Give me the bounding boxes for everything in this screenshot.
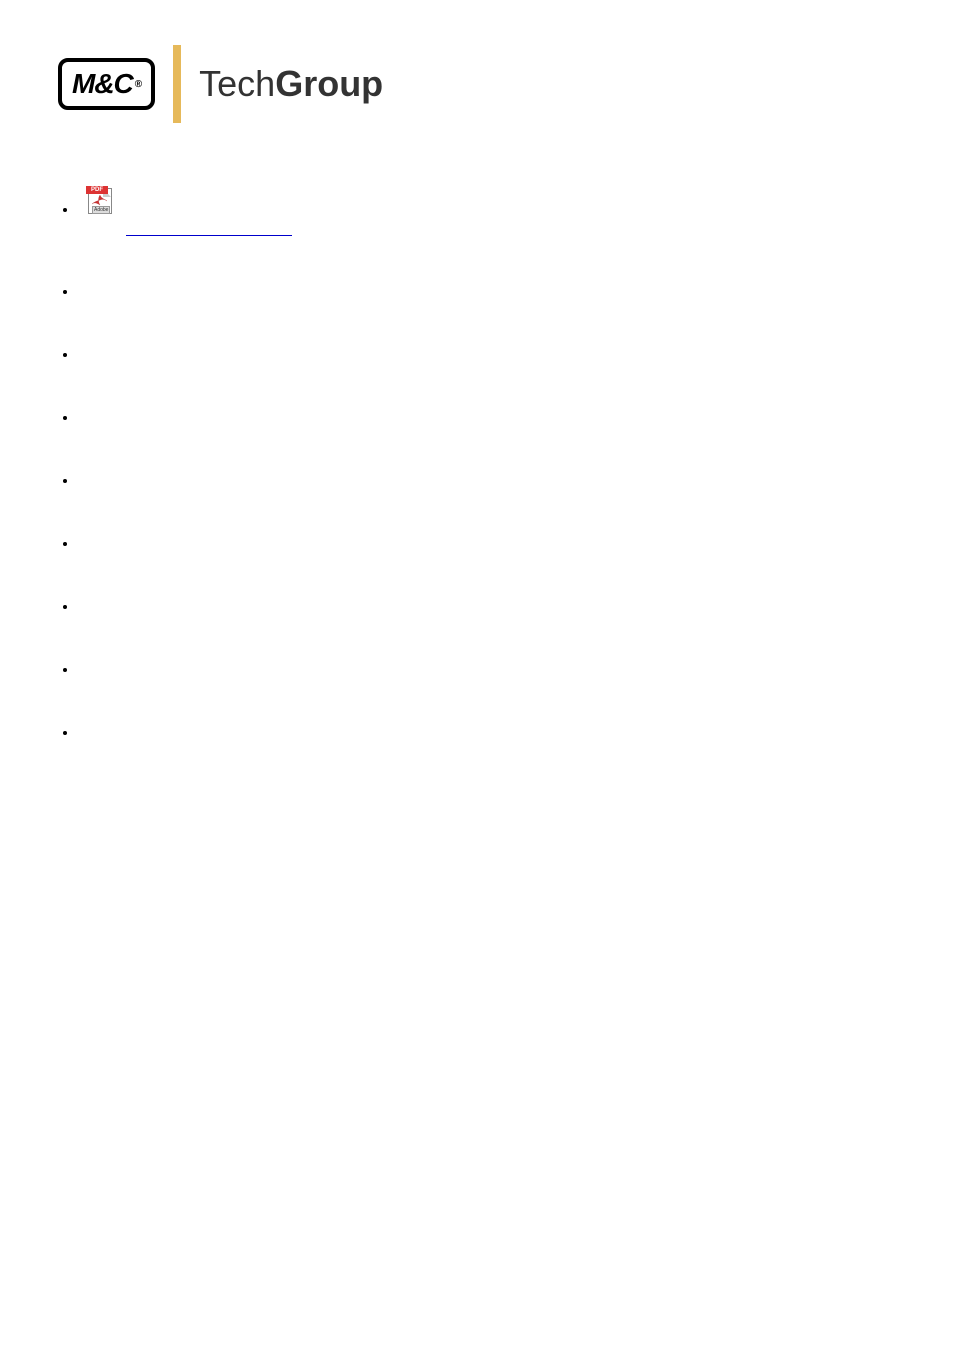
mc-badge: M&C®	[58, 58, 155, 110]
separator-bar	[173, 45, 181, 123]
mc-text: M&C	[72, 68, 133, 100]
list-item	[78, 725, 292, 740]
pdf-link[interactable]	[126, 220, 292, 236]
group-text: Group	[275, 63, 383, 104]
pdf-adobe-label: Adobe	[92, 206, 110, 214]
list-item	[78, 662, 292, 677]
list-item	[78, 599, 292, 614]
logo: M&C® TechGroup	[58, 45, 383, 123]
tech-text: Tech	[199, 63, 275, 104]
list-item	[78, 347, 292, 362]
list-item	[78, 473, 292, 488]
pdf-label: PDF	[86, 186, 108, 194]
list-item	[78, 536, 292, 551]
list-item: PDF Adobe	[78, 184, 292, 236]
techgroup-text: TechGroup	[199, 63, 383, 105]
list-item	[78, 284, 292, 299]
bullet-list: PDF Adobe	[58, 184, 292, 788]
link-underline	[126, 220, 292, 236]
registered-mark: ®	[135, 79, 141, 90]
list-item	[78, 410, 292, 425]
pdf-row: PDF Adobe	[78, 184, 292, 236]
pdf-icon[interactable]: PDF Adobe	[86, 184, 116, 214]
